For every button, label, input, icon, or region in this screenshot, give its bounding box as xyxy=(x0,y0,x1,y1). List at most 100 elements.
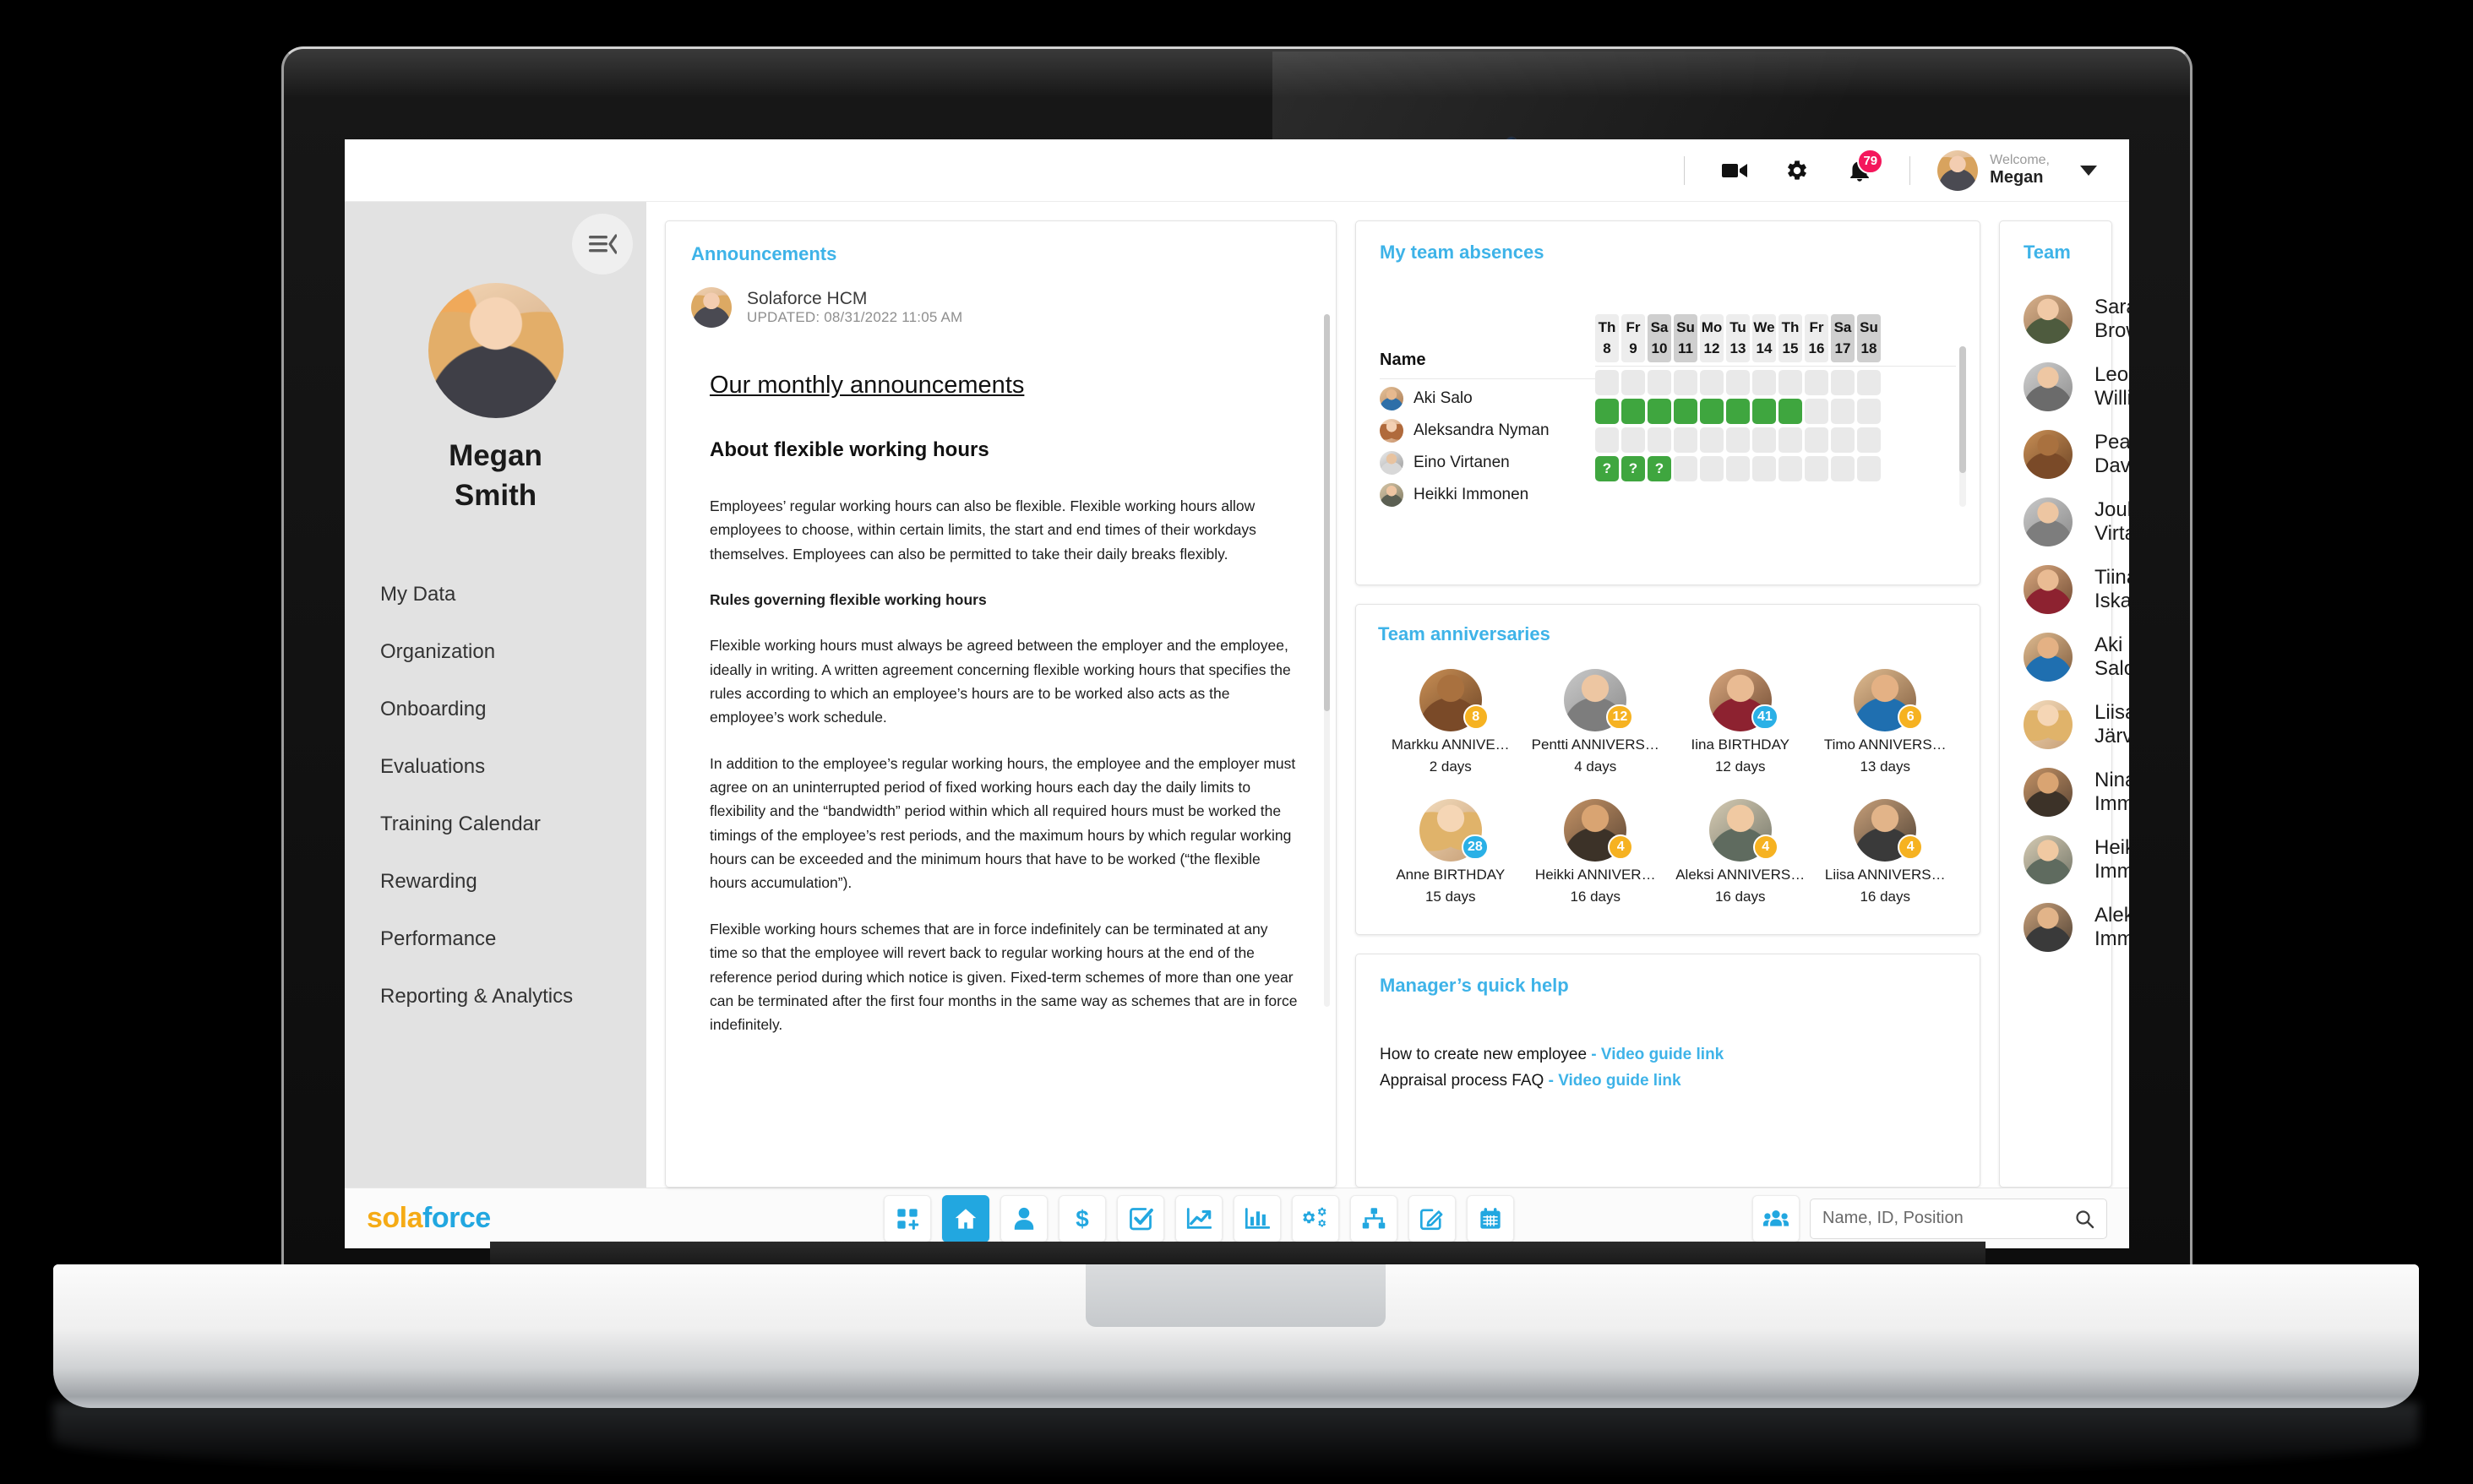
absence-cell-empty[interactable] xyxy=(1752,456,1776,482)
team-member-row[interactable]: Tiina Iskanius xyxy=(2024,556,2129,623)
absence-cell-empty[interactable] xyxy=(1621,427,1645,454)
team-member-row[interactable]: Sarah Brown xyxy=(2024,285,2129,353)
sidebar-item-evaluations[interactable]: Evaluations xyxy=(380,738,646,796)
org-chart-icon[interactable] xyxy=(1350,1194,1397,1242)
absence-cell-empty[interactable] xyxy=(1778,370,1802,396)
absence-cell-marked[interactable]: ? xyxy=(1621,456,1645,482)
anniversary-item[interactable]: 4 Liisa ANNIVERS… 16 days xyxy=(1813,799,1958,905)
team-member-row[interactable]: Pearl Davis xyxy=(2024,421,2129,488)
table-row[interactable]: Aleksandra Nyman xyxy=(1380,415,1595,447)
anniversary-item[interactable]: 28 Anne BIRTHDAY 15 days xyxy=(1378,799,1523,905)
bar-chart-icon[interactable] xyxy=(1234,1194,1281,1242)
absence-cell-empty[interactable] xyxy=(1726,456,1750,482)
anniversary-item[interactable]: 12 Pentti ANNIVERS… 4 days xyxy=(1523,669,1669,775)
avatar[interactable] xyxy=(428,283,564,418)
absence-cell-empty[interactable] xyxy=(1674,370,1697,396)
gears-icon[interactable] xyxy=(1292,1194,1339,1242)
absence-cell-empty[interactable] xyxy=(1700,370,1724,396)
table-row[interactable]: Aki Salo xyxy=(1380,383,1595,415)
absence-cell-marked[interactable] xyxy=(1621,399,1645,425)
sidebar-item-rewarding[interactable]: Rewarding xyxy=(380,853,646,911)
absence-cell-empty[interactable] xyxy=(1648,427,1671,454)
anniversary-item[interactable]: 4 Aleksi ANNIVERS… 16 days xyxy=(1668,799,1813,905)
team-member-row[interactable]: Heikki Immonen xyxy=(2024,826,2129,894)
edit-note-icon[interactable] xyxy=(1408,1194,1456,1242)
absence-cell-marked[interactable] xyxy=(1752,399,1776,425)
video-guide-link[interactable]: - Video guide link xyxy=(1549,1072,1681,1090)
checkbox-icon[interactable] xyxy=(1117,1194,1164,1242)
team-member-row[interactable]: Aleksi Immonen xyxy=(2024,894,2129,961)
absence-cell-empty[interactable] xyxy=(1595,427,1619,454)
absence-cell-empty[interactable] xyxy=(1700,427,1724,454)
team-member-row[interactable]: Aki Salo xyxy=(2024,623,2129,691)
table-row[interactable]: Heikki Immonen xyxy=(1380,479,1595,511)
absence-cell-empty[interactable] xyxy=(1752,370,1776,396)
calendar-icon[interactable] xyxy=(1467,1194,1514,1242)
absence-cell-marked[interactable] xyxy=(1648,399,1671,425)
sidebar-item-performance[interactable]: Performance xyxy=(380,911,646,968)
anniversary-item[interactable]: 4 Heikki ANNIVER… 16 days xyxy=(1523,799,1669,905)
absence-cell-empty[interactable] xyxy=(1857,456,1881,482)
video-guide-link[interactable]: - Video guide link xyxy=(1591,1046,1724,1063)
anniversary-item[interactable]: 41 Iina BIRTHDAY 12 days xyxy=(1668,669,1813,775)
absence-cell-empty[interactable] xyxy=(1805,399,1828,425)
gear-icon[interactable] xyxy=(1779,153,1815,188)
collapse-menu-icon[interactable] xyxy=(572,214,633,275)
absence-cell-marked[interactable]: ? xyxy=(1648,456,1671,482)
absences-scrollbar[interactable] xyxy=(1959,346,1966,507)
search-input[interactable] xyxy=(1822,1209,2067,1228)
sidebar-item-organization[interactable]: Organization xyxy=(380,623,646,681)
absence-cell-empty[interactable] xyxy=(1857,370,1881,396)
sidebar-item-onboarding[interactable]: Onboarding xyxy=(380,681,646,738)
absence-cell-empty[interactable] xyxy=(1805,456,1828,482)
absence-cell-empty[interactable] xyxy=(1778,427,1802,454)
absence-cell-empty[interactable] xyxy=(1831,399,1855,425)
absence-cell-empty[interactable] xyxy=(1778,456,1802,482)
sidebar-item-training-calendar[interactable]: Training Calendar xyxy=(380,796,646,853)
trending-up-icon[interactable] xyxy=(1175,1194,1223,1242)
absence-cell-marked[interactable] xyxy=(1700,399,1724,425)
people-group-icon[interactable] xyxy=(1752,1194,1800,1242)
sidebar-item-reporting-analytics[interactable]: Reporting & Analytics xyxy=(380,968,646,1025)
dollar-icon[interactable]: $ xyxy=(1059,1194,1106,1242)
absence-cell-marked[interactable] xyxy=(1726,399,1750,425)
table-row[interactable]: Eino Virtanen xyxy=(1380,447,1595,479)
video-camera-icon[interactable] xyxy=(1717,153,1752,188)
announcements-scrollbar[interactable] xyxy=(1324,314,1330,1007)
absence-cell-marked[interactable] xyxy=(1674,399,1697,425)
absence-cell-empty[interactable] xyxy=(1674,456,1697,482)
absence-cell-empty[interactable] xyxy=(1857,399,1881,425)
absence-cell-empty[interactable] xyxy=(1726,427,1750,454)
absence-cell-empty[interactable] xyxy=(1726,370,1750,396)
absence-cell-empty[interactable] xyxy=(1831,427,1855,454)
sidebar-item-my-data[interactable]: My Data xyxy=(380,566,646,623)
team-member-row[interactable]: Jouko Virtanen xyxy=(2024,488,2129,556)
absence-cell-empty[interactable] xyxy=(1752,427,1776,454)
team-member-row[interactable]: Leo Williams xyxy=(2024,353,2129,421)
absence-cell-marked[interactable] xyxy=(1595,399,1619,425)
absence-cell-empty[interactable] xyxy=(1831,370,1855,396)
absence-cell-empty[interactable] xyxy=(1805,427,1828,454)
team-member-row[interactable]: Nina Immonen xyxy=(2024,758,2129,826)
absence-cell-empty[interactable] xyxy=(1674,427,1697,454)
bell-icon[interactable]: 79 xyxy=(1842,148,1884,188)
search-box[interactable] xyxy=(1810,1198,2107,1239)
home-icon[interactable] xyxy=(942,1194,989,1242)
anniversary-item[interactable]: 6 Timo ANNIVERS… 13 days xyxy=(1813,669,1958,775)
absence-cell-empty[interactable] xyxy=(1700,456,1724,482)
absence-cell-empty[interactable] xyxy=(1805,370,1828,396)
search-icon[interactable] xyxy=(2074,1209,2094,1229)
absence-cell-empty[interactable] xyxy=(1595,370,1619,396)
add-widget-icon[interactable] xyxy=(884,1194,931,1242)
absence-cell-empty[interactable] xyxy=(1831,456,1855,482)
chevron-down-icon[interactable] xyxy=(2080,165,2097,176)
anniversary-item[interactable]: 8 Markku ANNIVE… 2 days xyxy=(1378,669,1523,775)
absence-cell-empty[interactable] xyxy=(1648,370,1671,396)
person-icon[interactable] xyxy=(1000,1194,1048,1242)
user-menu[interactable]: Welcome, Megan xyxy=(1937,149,2097,191)
absence-cell-marked[interactable] xyxy=(1778,399,1802,425)
absence-cell-empty[interactable] xyxy=(1857,427,1881,454)
absence-cell-marked[interactable]: ? xyxy=(1595,456,1619,482)
absence-cell-empty[interactable] xyxy=(1621,370,1645,396)
team-member-row[interactable]: Liisa Järvi xyxy=(2024,691,2129,758)
